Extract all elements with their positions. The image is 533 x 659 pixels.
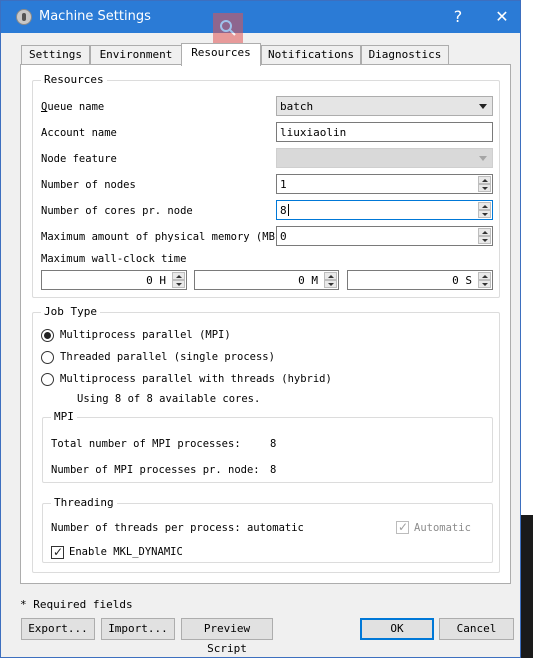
queue-name-label-text: ueue name bbox=[47, 101, 105, 113]
cores-per-node-spinbox[interactable]: 8 bbox=[276, 200, 493, 220]
wall-clock-minutes-value: 0 M bbox=[298, 274, 318, 287]
mkl-dynamic-label[interactable]: Enable MKL_DYNAMIC bbox=[69, 546, 183, 558]
spin-arrows-icon[interactable] bbox=[478, 228, 491, 244]
job-type-group: Job Type Multiprocess parallel (MPI) Thr… bbox=[32, 305, 500, 573]
radio-hybrid-label[interactable]: Multiprocess parallel with threads (hybr… bbox=[60, 373, 332, 385]
wall-clock-label: Maximum wall-clock time bbox=[41, 253, 187, 265]
ok-button[interactable]: OK bbox=[360, 618, 434, 640]
wall-clock-hours-value: 0 H bbox=[146, 274, 166, 287]
threading-group: Threading Number of threads per process:… bbox=[42, 496, 493, 563]
wall-clock-seconds-value: 0 S bbox=[452, 274, 472, 287]
account-name-label: Account name bbox=[41, 127, 117, 139]
mpi-group-title: MPI bbox=[51, 410, 77, 423]
mpi-total-label: Total number of MPI processes: bbox=[51, 438, 241, 450]
search-icon bbox=[213, 13, 243, 43]
resources-tab-panel: Resources Queue name batch Account name … bbox=[20, 64, 511, 584]
wall-clock-seconds-spinbox[interactable]: 0 S bbox=[347, 270, 493, 290]
radio-mpi[interactable] bbox=[41, 329, 54, 342]
app-gear-icon bbox=[16, 9, 32, 25]
import-button[interactable]: Import... bbox=[101, 618, 175, 640]
chevron-down-icon bbox=[479, 104, 487, 109]
spin-arrows-icon[interactable] bbox=[172, 272, 185, 288]
chevron-down-icon bbox=[479, 156, 487, 161]
max-memory-spinbox[interactable]: 0 bbox=[276, 226, 493, 246]
cores-per-node-field: 8 bbox=[280, 204, 289, 217]
node-feature-label: Node feature bbox=[41, 153, 117, 165]
text-caret bbox=[287, 204, 289, 216]
radio-mpi-label[interactable]: Multiprocess parallel (MPI) bbox=[60, 329, 231, 341]
cores-usage-note: Using 8 of 8 available cores. bbox=[77, 393, 261, 405]
mkl-dynamic-checkbox[interactable]: ✓ bbox=[51, 545, 64, 559]
automatic-checkbox-label: Automatic bbox=[414, 522, 471, 534]
node-feature-select bbox=[276, 148, 493, 168]
number-of-nodes-spinbox[interactable]: 1 bbox=[276, 174, 493, 194]
background-dark-strip bbox=[521, 515, 533, 658]
mpi-per-node-value: 8 bbox=[270, 464, 277, 476]
tab-notifications[interactable]: Notifications bbox=[261, 45, 361, 65]
cores-per-node-value: 8 bbox=[280, 204, 287, 217]
tab-settings[interactable]: Settings bbox=[21, 45, 90, 65]
max-memory-label: Maximum amount of physical memory (MB) bbox=[41, 231, 282, 243]
tab-resources[interactable]: Resources bbox=[181, 43, 261, 66]
spin-arrows-icon[interactable] bbox=[324, 272, 337, 288]
required-fields-note: * Required fields bbox=[20, 598, 133, 611]
number-of-nodes-label: Number of nodes bbox=[41, 179, 136, 191]
wall-clock-minutes-spinbox[interactable]: 0 M bbox=[194, 270, 339, 290]
machine-settings-dialog: Machine Settings ? ✕ Settings Environmen… bbox=[0, 0, 521, 658]
max-memory-value: 0 bbox=[280, 230, 287, 243]
radio-hybrid[interactable] bbox=[41, 373, 54, 386]
threads-per-process-label: Number of threads per process: automatic bbox=[51, 522, 304, 534]
cores-per-node-label: Number of cores pr. node bbox=[41, 205, 193, 217]
preview-script-button[interactable]: Preview Script bbox=[181, 618, 273, 655]
radio-threaded[interactable] bbox=[41, 351, 54, 364]
queue-name-select[interactable]: batch bbox=[276, 96, 493, 116]
tab-environment[interactable]: Environment bbox=[90, 45, 182, 65]
tab-diagnostics[interactable]: Diagnostics bbox=[361, 45, 449, 65]
radio-threaded-label[interactable]: Threaded parallel (single process) bbox=[60, 351, 275, 363]
resources-group: Resources Queue name batch Account name … bbox=[32, 73, 500, 298]
automatic-checkbox: ✓ bbox=[396, 520, 409, 534]
mpi-group: MPI Total number of MPI processes: 8 Num… bbox=[42, 410, 493, 483]
mpi-total-value: 8 bbox=[270, 438, 277, 450]
job-type-group-title: Job Type bbox=[41, 305, 100, 318]
account-name-value: liuxiaolin bbox=[280, 126, 347, 139]
export-button[interactable]: Export... bbox=[21, 618, 95, 640]
wall-clock-hours-spinbox[interactable]: 0 H bbox=[41, 270, 187, 290]
cancel-button[interactable]: Cancel bbox=[439, 618, 514, 640]
threading-group-title: Threading bbox=[51, 496, 117, 509]
spin-arrows-icon[interactable] bbox=[478, 176, 491, 192]
spin-arrows-icon[interactable] bbox=[478, 202, 491, 218]
queue-name-value: batch bbox=[280, 100, 314, 113]
resources-group-title: Resources bbox=[41, 73, 107, 86]
queue-name-label: Queue name bbox=[41, 101, 105, 113]
title-bar[interactable]: Machine Settings ? ✕ bbox=[1, 1, 520, 43]
account-name-input[interactable]: liuxiaolin bbox=[276, 122, 493, 142]
help-button[interactable]: ? bbox=[443, 5, 473, 29]
window-title: Machine Settings bbox=[39, 9, 151, 24]
mpi-per-node-label: Number of MPI processes pr. node: bbox=[51, 464, 260, 476]
close-button[interactable]: ✕ bbox=[487, 5, 517, 29]
number-of-nodes-value: 1 bbox=[280, 178, 287, 191]
spin-arrows-icon[interactable] bbox=[478, 272, 491, 288]
